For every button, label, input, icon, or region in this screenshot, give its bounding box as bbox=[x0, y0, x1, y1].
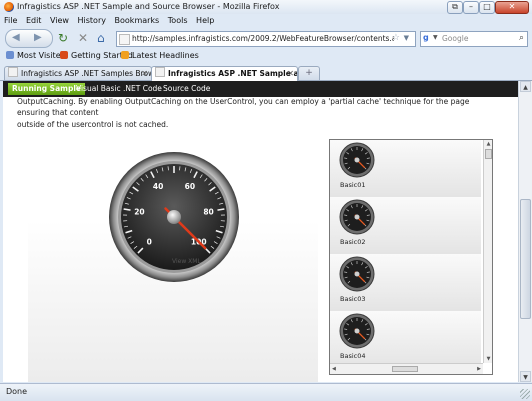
google-engine-icon[interactable]: g bbox=[423, 33, 429, 42]
scroll-up-icon[interactable]: ▲ bbox=[484, 140, 493, 148]
scroll-thumb[interactable] bbox=[520, 199, 531, 319]
gauge-hub bbox=[167, 210, 181, 224]
back-forward-group: ◀ ▶ bbox=[5, 29, 53, 48]
reload-icon[interactable]: ↻ bbox=[58, 31, 68, 45]
menu-bar: File Edit View History Bookmarks Tools H… bbox=[0, 15, 532, 27]
scroll-down-icon[interactable]: ▼ bbox=[520, 371, 531, 382]
tab-sample-source[interactable]: Infragistics ASP .NET Sample and ... ✕ bbox=[151, 66, 298, 81]
gauge-tick-label: 80 bbox=[203, 208, 213, 217]
minimize-button[interactable]: – bbox=[463, 1, 479, 14]
tab-close-icon[interactable]: ✕ bbox=[287, 67, 294, 80]
tab-visual-basic-code[interactable]: Visual Basic .NET Code bbox=[72, 83, 166, 95]
page-favicon-icon bbox=[119, 34, 130, 45]
url-dropdown-icon[interactable]: ▼ bbox=[404, 34, 409, 42]
menu-tools[interactable]: Tools bbox=[168, 15, 188, 27]
new-tab-button[interactable]: + bbox=[298, 66, 320, 80]
rss-feed-icon bbox=[121, 51, 129, 59]
back-icon[interactable]: ◀ bbox=[12, 32, 20, 43]
gauge-list-horizontal-scrollbar[interactable]: ◀ ▶ bbox=[330, 363, 483, 374]
menu-view[interactable]: View bbox=[50, 15, 69, 27]
gauge-tick-label: 20 bbox=[134, 208, 144, 217]
mini-gauge bbox=[339, 142, 375, 178]
gauge-list-vertical-scrollbar[interactable]: ▲ ▼ bbox=[483, 140, 493, 363]
tab-strip: Infragistics ASP .NET Samples Brow... ✕ … bbox=[0, 65, 532, 81]
forward-icon[interactable]: ▶ bbox=[34, 32, 42, 43]
search-icon[interactable]: ⌕ bbox=[519, 33, 524, 43]
mini-gauge-hub bbox=[355, 272, 360, 277]
search-box[interactable]: g ▼ Google ⌕ bbox=[420, 31, 528, 47]
major-tick bbox=[124, 209, 131, 210]
status-bar: Done bbox=[0, 383, 532, 401]
navigation-toolbar: ◀ ▶ ↻ ✕ ⌂ http://samples.infragistics.co… bbox=[0, 28, 532, 48]
browser-window: Infragistics ASP .NET Sample and Source … bbox=[0, 0, 532, 400]
mini-gauge-hub bbox=[355, 158, 360, 163]
sample-tabs-bar: Running Sample Visual Basic .NET Code So… bbox=[3, 81, 518, 97]
gauge-list-item[interactable]: Basic02 bbox=[330, 197, 481, 254]
gauge-tick-label: 40 bbox=[153, 182, 163, 191]
mini-gauge-hub bbox=[355, 329, 360, 334]
menu-bookmarks[interactable]: Bookmarks bbox=[115, 15, 160, 27]
firefox-logo-icon bbox=[4, 2, 14, 12]
mini-gauge bbox=[339, 313, 375, 349]
mini-gauge-hub bbox=[355, 215, 360, 220]
tab-favicon-icon bbox=[8, 67, 18, 77]
most-visited-icon bbox=[6, 51, 14, 59]
tab-close-icon[interactable]: ✕ bbox=[141, 67, 148, 80]
page-content: Running Sample Visual Basic .NET Code So… bbox=[3, 81, 518, 382]
stop-icon[interactable]: ✕ bbox=[78, 31, 88, 45]
close-button[interactable]: ✕ bbox=[495, 1, 529, 14]
scroll-thumb[interactable] bbox=[392, 366, 418, 372]
gauge-tick-label: 60 bbox=[185, 182, 195, 191]
status-text: Done bbox=[6, 387, 27, 396]
url-text[interactable]: http://samples.infragistics.com/2009.2/W… bbox=[132, 34, 394, 43]
scroll-down-icon[interactable]: ▼ bbox=[484, 355, 493, 363]
title-bar: Infragistics ASP .NET Sample and Source … bbox=[0, 0, 532, 14]
bookmark-most-visited[interactable]: Most Visited bbox=[6, 51, 66, 60]
description-line-1: OutputCaching. By enabling OutputCaching… bbox=[17, 96, 503, 119]
gauge-list-label: Basic01 bbox=[340, 181, 365, 189]
address-bar[interactable]: http://samples.infragistics.com/2009.2/W… bbox=[116, 31, 416, 47]
mini-gauge bbox=[339, 256, 375, 292]
gauge-list-item[interactable]: Basic03 bbox=[330, 254, 481, 311]
sample-description: OutputCaching. By enabling OutputCaching… bbox=[17, 96, 503, 130]
bookmark-star-icon[interactable]: ☆ bbox=[392, 33, 400, 43]
view-xml-link[interactable]: View XML bbox=[172, 258, 201, 265]
gauge-list-label: Basic03 bbox=[340, 295, 365, 303]
menu-edit[interactable]: Edit bbox=[26, 15, 42, 27]
engine-dropdown-icon[interactable]: ▼ bbox=[433, 34, 438, 41]
window-title: Infragistics ASP .NET Sample and Source … bbox=[17, 2, 279, 11]
page-vertical-scrollbar[interactable]: ▲ ▼ bbox=[518, 81, 532, 382]
gauge-list-item[interactable]: Basic04 bbox=[330, 311, 481, 368]
major-tick bbox=[217, 209, 224, 210]
tab-favicon-icon bbox=[155, 67, 165, 77]
tab-samples-browser[interactable]: Infragistics ASP .NET Samples Brow... ✕ bbox=[4, 66, 152, 80]
main-gauge-area: 020406080100 View XML bbox=[28, 151, 318, 382]
gauge-list-label: Basic04 bbox=[340, 352, 365, 360]
scroll-left-icon[interactable]: ◀ bbox=[332, 364, 336, 374]
resize-grip-icon[interactable] bbox=[520, 389, 530, 399]
restore-icon[interactable]: ⧉ bbox=[447, 1, 463, 14]
gauge-list-label: Basic02 bbox=[340, 238, 365, 246]
description-line-2: outside of the usercontrol is not cached… bbox=[17, 119, 503, 130]
gauge-list-panel: Basic01 Basic02 Basic03 Basic04 ▲ ▼ ◀ bbox=[329, 139, 493, 375]
home-icon[interactable]: ⌂ bbox=[97, 31, 105, 45]
getting-started-icon bbox=[60, 51, 68, 59]
gauge-tick-label: 0 bbox=[147, 238, 152, 247]
bookmark-latest-headlines[interactable]: Latest Headlines bbox=[121, 51, 199, 60]
search-placeholder[interactable]: Google bbox=[442, 34, 468, 43]
maximize-button[interactable]: □ bbox=[479, 1, 495, 14]
tab-source-code[interactable]: Source Code bbox=[159, 83, 214, 95]
bookmarks-toolbar: Most Visited Getting Started Latest Head… bbox=[0, 50, 532, 64]
menu-history[interactable]: History bbox=[78, 15, 106, 27]
menu-file[interactable]: File bbox=[4, 15, 17, 27]
scroll-up-icon[interactable]: ▲ bbox=[520, 81, 531, 92]
gauge-list-item[interactable]: Basic01 bbox=[330, 140, 481, 197]
mini-gauge bbox=[339, 199, 375, 235]
scroll-thumb[interactable] bbox=[485, 149, 492, 159]
scroll-right-icon[interactable]: ▶ bbox=[477, 364, 481, 374]
menu-help[interactable]: Help bbox=[196, 15, 214, 27]
